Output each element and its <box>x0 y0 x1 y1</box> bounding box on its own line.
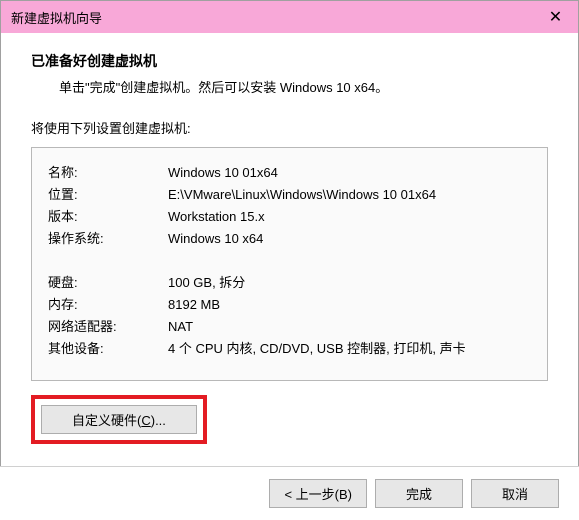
value-os: Windows 10 x64 <box>168 228 531 250</box>
value-other: 4 个 CPU 内核, CD/DVD, USB 控制器, 打印机, 声卡 <box>168 338 531 360</box>
label-memory: 内存: <box>48 294 168 316</box>
row-location: 位置: E:\VMware\Linux\Windows\Windows 10 0… <box>48 184 531 206</box>
gap <box>48 250 531 272</box>
label-disk: 硬盘: <box>48 272 168 294</box>
customize-label-post: )... <box>151 413 166 428</box>
label-name: 名称: <box>48 162 168 184</box>
titlebar: 新建虚拟机向导 ✕ <box>1 1 578 33</box>
label-os: 操作系统: <box>48 228 168 250</box>
customize-label-key: C <box>141 413 150 428</box>
row-network: 网络适配器: NAT <box>48 316 531 338</box>
cancel-button[interactable]: 取消 <box>471 479 559 508</box>
value-location: E:\VMware\Linux\Windows\Windows 10 01x64 <box>168 184 531 206</box>
row-name: 名称: Windows 10 01x64 <box>48 162 531 184</box>
value-name: Windows 10 01x64 <box>168 162 531 184</box>
settings-summary-box: 名称: Windows 10 01x64 位置: E:\VMware\Linux… <box>31 147 548 381</box>
page-title: 已准备好创建虚拟机 <box>31 51 548 71</box>
value-version: Workstation 15.x <box>168 206 531 228</box>
page-subtitle: 单击"完成"创建虚拟机。然后可以安装 Windows 10 x64。 <box>59 77 548 96</box>
dialog-content: 已准备好创建虚拟机 单击"完成"创建虚拟机。然后可以安装 Windows 10 … <box>1 33 578 454</box>
row-disk: 硬盘: 100 GB, 拆分 <box>48 272 531 294</box>
label-location: 位置: <box>48 184 168 206</box>
highlight-annotation: 自定义硬件(C)... <box>31 395 207 444</box>
window-title: 新建虚拟机向导 <box>11 8 102 27</box>
label-other: 其他设备: <box>48 338 168 360</box>
section-label: 将使用下列设置创建虚拟机: <box>31 118 548 137</box>
finish-button[interactable]: 完成 <box>375 479 463 508</box>
close-button[interactable]: ✕ <box>533 1 578 33</box>
customize-label-pre: 自定义硬件( <box>72 413 141 428</box>
row-memory: 内存: 8192 MB <box>48 294 531 316</box>
row-version: 版本: Workstation 15.x <box>48 206 531 228</box>
value-disk: 100 GB, 拆分 <box>168 272 531 294</box>
value-network: NAT <box>168 316 531 338</box>
label-network: 网络适配器: <box>48 316 168 338</box>
value-memory: 8192 MB <box>168 294 531 316</box>
back-button[interactable]: < 上一步(B) <box>269 479 367 508</box>
customize-hardware-button[interactable]: 自定义硬件(C)... <box>41 405 197 434</box>
close-icon: ✕ <box>549 7 562 27</box>
row-other: 其他设备: 4 个 CPU 内核, CD/DVD, USB 控制器, 打印机, … <box>48 338 531 360</box>
label-version: 版本: <box>48 206 168 228</box>
dialog-footer: < 上一步(B) 完成 取消 <box>0 466 579 520</box>
row-os: 操作系统: Windows 10 x64 <box>48 228 531 250</box>
